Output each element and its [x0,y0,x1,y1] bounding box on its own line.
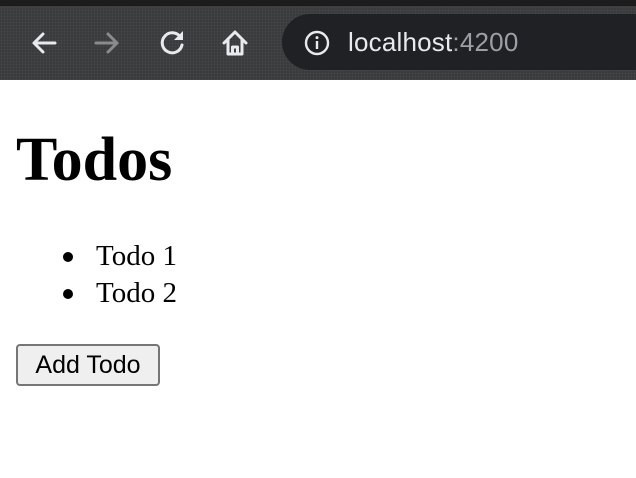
forward-button[interactable] [91,27,123,59]
forward-arrow-icon [94,32,119,54]
todo-label: Todo 2 [96,277,177,309]
browser-toolbar: localhost:4200 [0,0,636,80]
todo-label: Todo 1 [96,240,177,272]
home-icon [222,30,248,56]
reload-icon [160,31,184,55]
page-content: Todos Todo 1 Todo 2 Add Todo [0,80,636,478]
home-button[interactable] [219,27,251,59]
todo-list: Todo 1 Todo 2 [56,238,177,312]
url-text: localhost:4200 [348,27,519,57]
back-button[interactable] [28,27,60,59]
info-icon[interactable] [304,30,330,56]
back-arrow-icon [32,32,57,54]
page-title: Todos [16,126,173,194]
bullet [63,289,73,299]
bullet [63,252,73,262]
url-port: :4200 [452,27,519,57]
address-bar[interactable]: localhost:4200 [282,14,636,70]
todo-item: Todo 1 [56,238,177,275]
url-host: localhost [348,27,453,57]
reload-button[interactable] [156,27,188,59]
todo-item: Todo 2 [56,275,177,312]
add-todo-button[interactable]: Add Todo [16,344,160,386]
